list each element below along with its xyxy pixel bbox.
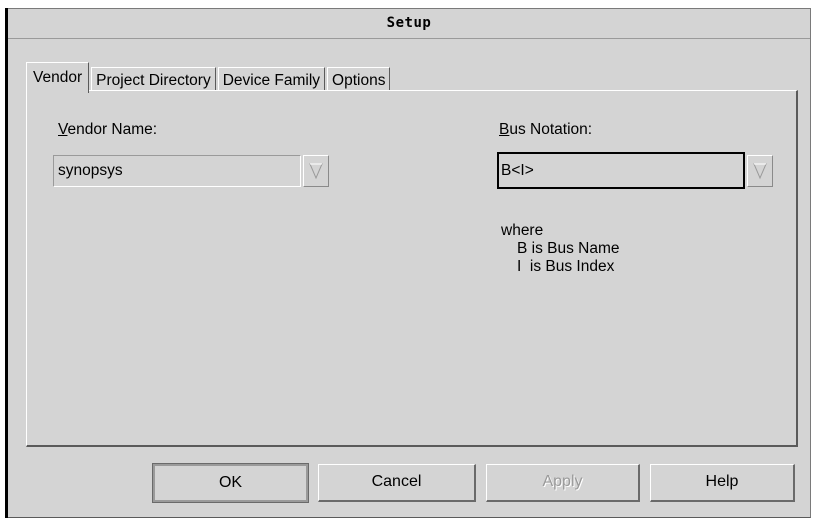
apply-button[interactable]: Apply — [486, 464, 640, 502]
bus-notation-help: where B is Bus Name I is Bus Index — [501, 222, 620, 276]
bus-notation-label-text: us Notation: — [509, 121, 593, 138]
vendor-name-label-text: endor Name: — [67, 121, 158, 138]
triangle-down-icon — [309, 163, 323, 180]
vendor-name-field[interactable]: synopsys — [53, 155, 301, 187]
tab-project-directory[interactable]: Project Directory — [91, 67, 216, 92]
title-bar[interactable]: Setup — [8, 9, 810, 39]
ok-button[interactable]: OK — [152, 463, 309, 503]
tab-bar: Vendor Project Directory Device Family O… — [26, 59, 392, 93]
bus-notation-label: Bus Notation: — [499, 121, 592, 139]
bus-notation-mnemonic: B — [499, 121, 510, 138]
window-border — [5, 8, 8, 518]
tab-panel-vendor — [26, 90, 798, 447]
dialog-title: Setup — [386, 15, 432, 31]
tab-device-family[interactable]: Device Family — [217, 67, 326, 92]
cancel-button[interactable]: Cancel — [318, 464, 476, 502]
tab-vendor[interactable]: Vendor — [26, 62, 90, 93]
bus-notation-field[interactable]: B<I> — [497, 152, 745, 189]
vendor-name-label: Vendor Name: — [58, 121, 157, 139]
help-line-bus-name: B is Bus Name — [517, 240, 620, 257]
vendor-name-dropdown-button[interactable] — [303, 155, 329, 187]
help-line-where: where — [501, 222, 544, 239]
help-line-bus-index: I is Bus Index — [517, 258, 615, 275]
triangle-down-icon — [753, 163, 767, 180]
help-button[interactable]: Help — [650, 464, 795, 502]
tab-options[interactable]: Options — [327, 67, 391, 92]
bus-notation-dropdown-button[interactable] — [747, 155, 773, 187]
